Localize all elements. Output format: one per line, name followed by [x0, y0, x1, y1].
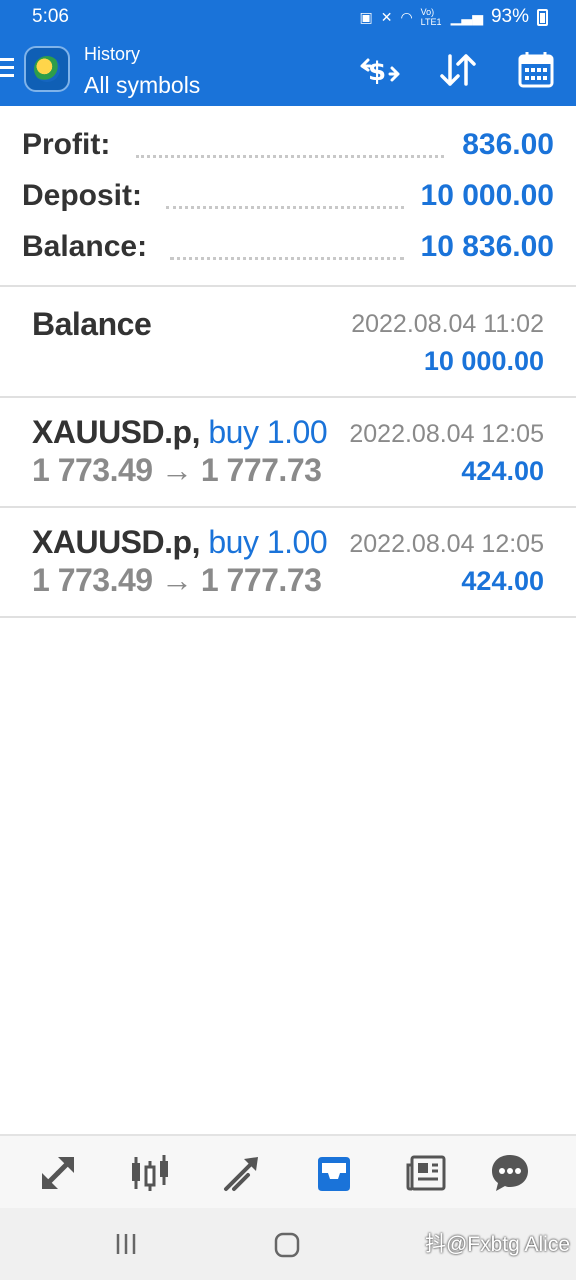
- profit-row: Profit: 836.00: [22, 128, 554, 168]
- mute-icon: ✕: [380, 8, 393, 25]
- entry-amount: 424.00: [461, 456, 544, 486]
- history-item-trade[interactable]: XAUUSD.p, buy 1.00 1 773.49 → 1 777.73 2…: [0, 508, 576, 616]
- entry-prices: 1 773.49 → 1 777.73: [32, 452, 322, 488]
- deposit-label: Deposit:: [22, 179, 150, 213]
- battery-icon: [537, 8, 548, 26]
- entry-title: XAUUSD.p, buy 1.00: [32, 414, 328, 451]
- quotes-icon[interactable]: [32, 1148, 84, 1198]
- entry-date: 2022.08.04 11:02: [351, 310, 544, 338]
- chart-icon[interactable]: [124, 1148, 176, 1198]
- profit-value: 836.00: [462, 128, 554, 161]
- entry-title: XAUUSD.p, buy 1.00: [32, 524, 328, 561]
- entry-direction: buy 1.00: [208, 414, 328, 450]
- deposit-dots: [166, 205, 404, 209]
- profit-dots: [136, 154, 444, 158]
- status-bar: 5:06 ▣ ✕ ◠ Vo) LTE1 ▁▃▅ 93%: [0, 0, 576, 34]
- sort-icon[interactable]: [436, 50, 480, 90]
- system-nav-bar: 抖@Fxbtg Alice: [0, 1208, 576, 1280]
- balance-value: 10 836.00: [420, 230, 554, 263]
- entry-direction: buy 1.00: [208, 524, 328, 560]
- bottom-nav: [0, 1134, 576, 1208]
- entry-amount: 424.00: [461, 566, 544, 596]
- deposit-value: 10 000.00: [420, 179, 554, 212]
- watermark-text: 抖@Fxbtg Alice: [424, 1233, 570, 1256]
- toolbar-title[interactable]: All symbols: [84, 72, 200, 99]
- balance-dots: [170, 256, 404, 260]
- balance-row: Balance: 10 836.00: [22, 230, 554, 270]
- menu-icon[interactable]: [0, 58, 16, 80]
- entry-date: 2022.08.04 12:05: [349, 420, 544, 448]
- entry-symbol: XAUUSD.p,: [32, 524, 200, 560]
- news-icon[interactable]: [400, 1148, 452, 1198]
- deposit-row: Deposit: 10 000.00: [22, 179, 554, 219]
- network-label: Vo) LTE1: [420, 7, 442, 27]
- calendar-icon[interactable]: [514, 50, 558, 90]
- history-item-trade[interactable]: XAUUSD.p, buy 1.00 1 773.49 → 1 777.73 2…: [0, 398, 576, 506]
- chat-icon[interactable]: [484, 1148, 536, 1198]
- app-toolbar: History All symbols $: [0, 34, 576, 106]
- app-logo[interactable]: [24, 46, 70, 92]
- history-icon[interactable]: [308, 1148, 360, 1198]
- entry-prices: 1 773.49 → 1 777.73: [32, 562, 322, 598]
- currency-exchange-icon[interactable]: $: [358, 50, 402, 90]
- entry-amount: 10 000.00: [423, 346, 544, 376]
- signal-icon: ▁▃▅: [450, 8, 483, 25]
- recent-apps-icon[interactable]: [112, 1232, 140, 1256]
- status-time: 5:06: [32, 6, 69, 27]
- status-icons: ▣ ✕ ◠ Vo) LTE1 ▁▃▅ 93%: [359, 6, 548, 28]
- lock-icon: ▣: [359, 8, 373, 25]
- entry-title: Balance: [32, 306, 152, 342]
- profit-label: Profit:: [22, 128, 119, 162]
- entry-symbol: XAUUSD.p,: [32, 414, 200, 450]
- toolbar-subtitle: History: [84, 44, 141, 64]
- trade-icon[interactable]: [216, 1148, 268, 1198]
- svg-text:$: $: [368, 57, 386, 87]
- divider: [0, 285, 576, 287]
- battery-text: 93%: [490, 6, 529, 27]
- entry-date: 2022.08.04 12:05: [349, 530, 544, 558]
- home-icon[interactable]: [273, 1232, 301, 1258]
- divider: [0, 616, 576, 618]
- balance-label: Balance:: [22, 230, 156, 264]
- wifi-icon: ◠: [400, 8, 413, 25]
- history-item-balance[interactable]: Balance 2022.08.04 11:02 10 000.00: [0, 288, 576, 396]
